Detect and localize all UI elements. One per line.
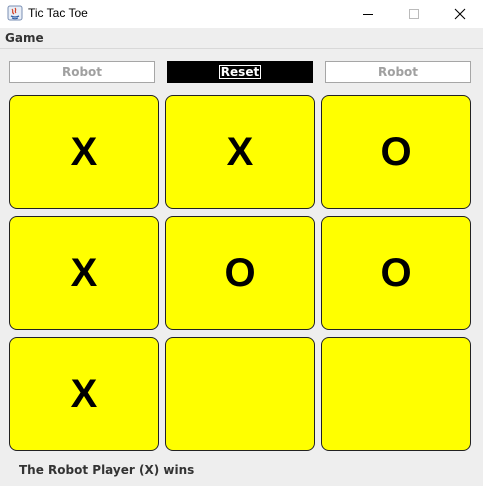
maximize-icon xyxy=(409,9,419,19)
board-cell-2[interactable]: X xyxy=(165,95,315,209)
board-cell-5[interactable]: O xyxy=(165,216,315,330)
menu-game[interactable]: Game xyxy=(5,31,44,45)
maximize-button[interactable] xyxy=(391,0,437,28)
status-message: The Robot Player (X) wins xyxy=(19,463,195,477)
window-title: Tic Tac Toe xyxy=(28,6,88,20)
reset-button[interactable]: Reset xyxy=(167,61,313,83)
board-cell-7[interactable]: X xyxy=(9,337,159,451)
reset-label: Reset xyxy=(218,65,262,79)
board-cell-4[interactable]: X xyxy=(9,216,159,330)
board-cell-3[interactable]: O xyxy=(321,95,471,209)
left-robot-button[interactable]: Robot xyxy=(9,61,155,83)
board-cell-9[interactable] xyxy=(321,337,471,451)
java-app-icon xyxy=(7,5,23,21)
close-icon xyxy=(454,8,466,20)
right-robot-button[interactable]: Robot xyxy=(325,61,471,83)
menu-bar: Game xyxy=(0,28,483,49)
title-bar: Tic Tac Toe xyxy=(0,0,483,28)
board-cell-1[interactable]: X xyxy=(9,95,159,209)
close-button[interactable] xyxy=(437,0,483,28)
minimize-button[interactable] xyxy=(345,0,391,28)
board-cell-6[interactable]: O xyxy=(321,216,471,330)
minimize-icon xyxy=(363,14,373,15)
board-cell-8[interactable] xyxy=(165,337,315,451)
